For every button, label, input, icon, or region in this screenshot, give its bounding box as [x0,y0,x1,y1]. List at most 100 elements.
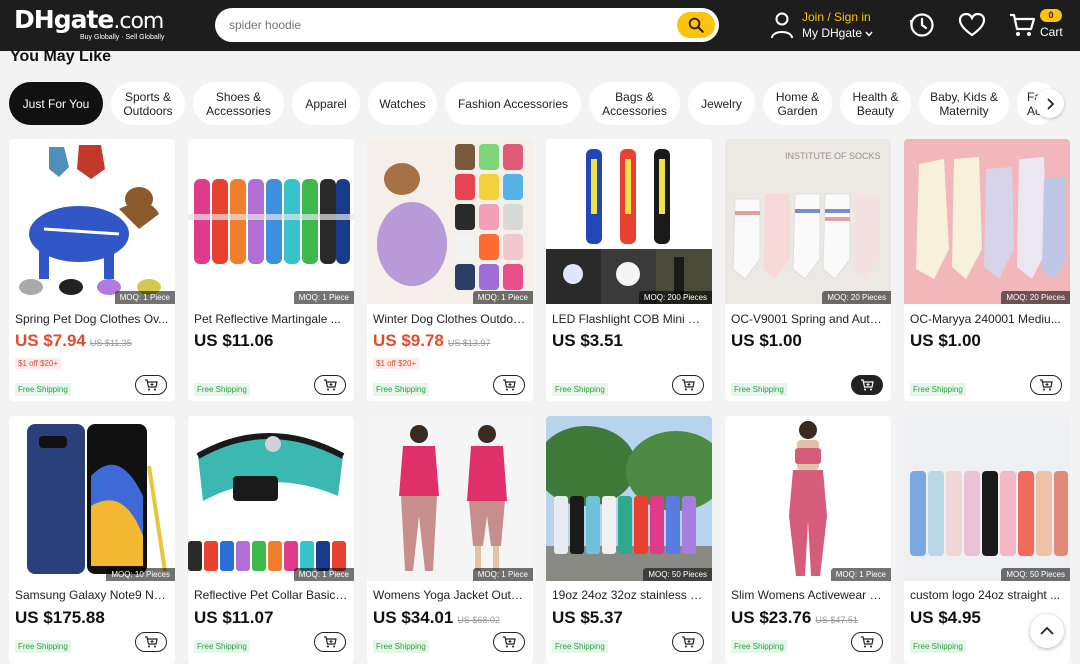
product-title[interactable]: LED Flashlight COB Mini Pe... [552,312,706,326]
price-row: US $34.01 US $68.02 [373,608,500,628]
chip-just-for-you[interactable]: Just For You [9,82,103,125]
chevron-down-icon [865,31,873,37]
product-card[interactable]: MOQ: 20 Pieces OC-Maryya 240001 Mediu...… [904,139,1070,401]
product-card[interactable]: INSTITUTE OF SOCKS MOQ: 20 Pieces OC-V90… [725,139,891,401]
product-image[interactable]: MOQ: 1 Piece [9,139,175,304]
join-signin-link[interactable]: Join / Sign in [802,10,871,24]
chip-home-garden[interactable]: Home & Garden [763,82,832,125]
product-card[interactable]: MOQ: 200 Pieces LED Flashlight COB Mini … [546,139,712,401]
price-row: US $1.00 [910,331,981,351]
product-title[interactable]: Reflective Pet Collar Basic ... [194,588,348,602]
product-image[interactable]: MOQ: 1 Piece [188,139,354,304]
coupon-badge: $1 off $20+ [373,358,420,369]
product-image[interactable]: MOQ: 1 Piece [725,416,891,581]
product-image[interactable]: MOQ: 10 Pieces [9,416,175,581]
chip-baby-kids-maternity[interactable]: Baby, Kids & Maternity [919,82,1009,125]
product-card[interactable]: MOQ: 1 Piece Slim Womens Activewear S...… [725,416,891,664]
add-to-cart-icon [682,379,695,391]
moq-badge: MOQ: 1 Piece [830,568,891,581]
moq-badge: MOQ: 1 Piece [114,291,175,304]
product-title[interactable]: 19oz 24oz 32oz stainless s... [552,588,706,602]
product-card[interactable]: MOQ: 1 Piece Womens Yoga Jacket Oute... … [367,416,533,664]
moq-badge: MOQ: 1 Piece [293,568,354,581]
product-title[interactable]: Winter Dog Clothes Outdoo... [373,312,527,326]
add-to-cart-button[interactable] [851,632,883,652]
cart-icon[interactable] [1008,11,1036,39]
product-image[interactable]: MOQ: 1 Piece [367,416,533,581]
product-price: US $1.00 [731,331,802,350]
product-image[interactable]: MOQ: 20 Pieces [904,139,1070,304]
product-card[interactable]: MOQ: 10 Pieces Samsung Galaxy Note9 N9..… [9,416,175,664]
product-price: US $9.78 [373,331,444,350]
add-to-cart-button[interactable] [314,375,346,395]
product-title[interactable]: Spring Pet Dog Clothes Ov... [15,312,169,326]
product-price: US $11.07 [194,608,274,627]
product-card[interactable]: MOQ: 1 Piece Pet Reflective Martingale .… [188,139,354,401]
chip-fashion-accessories[interactable]: Fashion Accessories [445,82,581,125]
product-title[interactable]: custom logo 24oz straight ... [910,588,1064,602]
add-to-cart-icon [145,636,158,648]
search-input[interactable] [229,16,669,34]
add-to-cart-button[interactable] [672,375,704,395]
image-brand-text: INSTITUTE OF SOCKS [785,151,881,161]
price-row: US $11.07 [194,608,273,628]
chip-apparel[interactable]: Apparel [292,82,360,125]
add-to-cart-button[interactable] [851,375,883,395]
product-image[interactable]: MOQ: 1 Piece [367,139,533,304]
product-image[interactable]: MOQ: 50 Pieces [546,416,712,581]
add-to-cart-button[interactable] [493,375,525,395]
free-shipping-badge: Free Shipping [731,383,787,396]
product-card[interactable]: MOQ: 1 Piece Winter Dog Clothes Outdoo..… [367,139,533,401]
product-title[interactable]: OC-V9001 Spring and Autu... [731,312,885,326]
section-title: You May Like [10,48,112,65]
product-image[interactable]: INSTITUTE OF SOCKS MOQ: 20 Pieces [725,139,891,304]
product-card[interactable]: MOQ: 1 Piece Reflective Pet Collar Basic… [188,416,354,664]
product-card[interactable]: MOQ: 1 Piece Spring Pet Dog Clothes Ov..… [9,139,175,401]
chip-bags-accessories[interactable]: Bags & Accessories [589,82,680,125]
product-image[interactable]: MOQ: 1 Piece [188,416,354,581]
chip-watches[interactable]: Watches [368,82,437,125]
product-title[interactable]: Samsung Galaxy Note9 N9... [15,588,169,602]
add-to-cart-button[interactable] [493,632,525,652]
cart-label[interactable]: Cart [1040,25,1063,39]
free-shipping-badge: Free Shipping [910,383,966,396]
chip-jewelry[interactable]: Jewelry [688,82,755,125]
moq-badge: MOQ: 50 Pieces [1001,568,1070,581]
chip-sports-outdoors[interactable]: Sports & Outdoors [111,82,185,125]
add-to-cart-icon [861,379,874,391]
add-to-cart-button[interactable] [135,632,167,652]
add-to-cart-button[interactable] [314,632,346,652]
product-title[interactable]: Womens Yoga Jacket Oute... [373,588,527,602]
original-price: US $68.02 [457,615,500,625]
product-title[interactable]: Slim Womens Activewear S... [731,588,885,602]
chips-next-button[interactable] [1035,89,1064,118]
price-row: US $7.94 US $11.35 [15,331,132,351]
my-dhgate-menu[interactable]: My DHgate [802,26,873,40]
add-to-cart-icon [1040,379,1053,391]
search-icon [688,17,704,33]
logo-com: .com [113,9,164,34]
product-card[interactable]: MOQ: 50 Pieces 19oz 24oz 32oz stainless … [546,416,712,664]
product-image[interactable]: MOQ: 50 Pieces [904,416,1070,581]
add-to-cart-button[interactable] [672,632,704,652]
search-button[interactable] [677,12,715,38]
product-price: US $175.88 [15,608,105,627]
chip-shoes-accessories[interactable]: Shoes & Accessories [193,82,284,125]
heart-icon[interactable] [958,11,986,39]
moq-badge: MOQ: 1 Piece [472,568,533,581]
product-price: US $23.76 [731,608,812,627]
product-image[interactable]: MOQ: 200 Pieces [546,139,712,304]
free-shipping-badge: Free Shipping [373,383,429,396]
user-icon[interactable] [770,11,794,39]
history-icon[interactable] [908,11,936,39]
dhgate-logo[interactable]: DHgate.com Buy Globally · Sell Globally [14,4,174,44]
product-title[interactable]: OC-Maryya 240001 Mediu... [910,312,1064,326]
add-to-cart-button[interactable] [1030,375,1062,395]
logo-gate: gate [53,5,115,34]
product-title[interactable]: Pet Reflective Martingale ... [194,312,348,326]
coupon-badge: $1 off $20+ [15,358,62,369]
add-to-cart-button[interactable] [135,375,167,395]
price-row: US $9.78 US $13.97 [373,331,490,351]
chip-health-beauty[interactable]: Health & Beauty [840,82,911,125]
original-price: US $13.97 [447,338,491,348]
